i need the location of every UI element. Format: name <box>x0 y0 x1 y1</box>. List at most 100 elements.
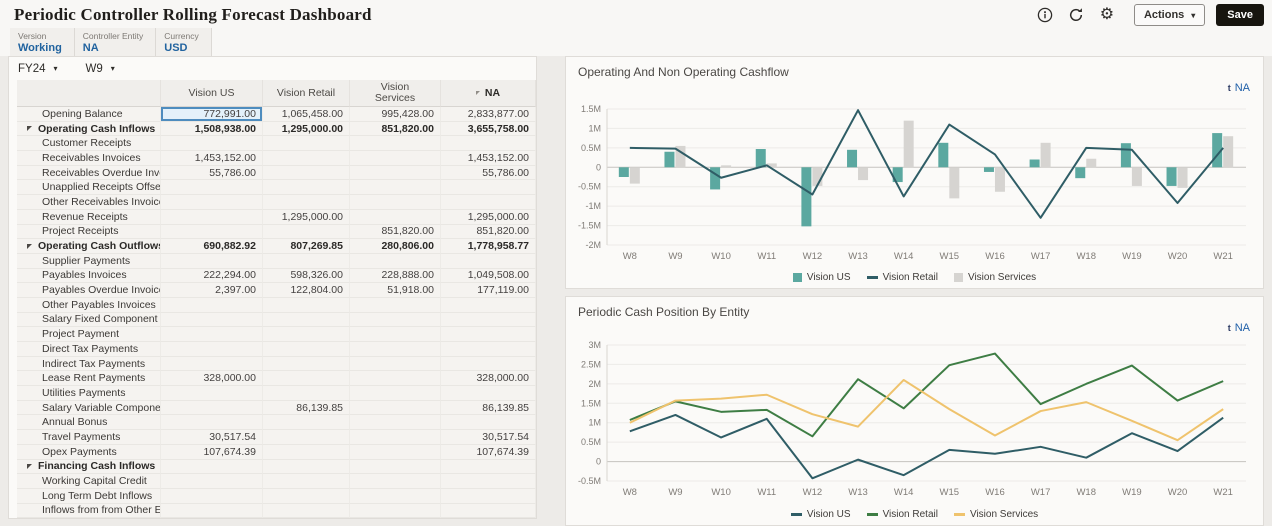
grid-cell[interactable] <box>263 180 350 196</box>
pov-controller-entity[interactable]: Controller Entity NA <box>75 28 157 58</box>
grid-cell[interactable]: 122,804.00 <box>263 283 350 298</box>
legend-item[interactable]: Vision Services <box>953 509 1038 520</box>
grid-cell[interactable] <box>441 297 536 313</box>
grid-cell[interactable] <box>161 415 263 431</box>
grid-cell[interactable]: 851,820.00 <box>441 224 536 240</box>
grid-cell[interactable] <box>161 136 263 152</box>
grid-cell[interactable]: 55,786.00 <box>161 165 263 181</box>
grid-cell[interactable] <box>350 312 441 328</box>
grid-cell[interactable] <box>161 180 263 196</box>
grid-cell[interactable]: 328,000.00 <box>441 371 536 387</box>
chart-pov-link[interactable]: t NA <box>1228 322 1250 334</box>
grid-cell[interactable]: 1,295,000.00 <box>441 209 536 225</box>
grid-cell[interactable]: 177,119.00 <box>441 283 536 298</box>
grid-cell[interactable] <box>441 327 536 342</box>
grid-cell[interactable]: 107,674.39 <box>441 444 536 460</box>
grid-cell[interactable] <box>263 195 350 210</box>
grid-cell[interactable] <box>350 327 441 342</box>
grid-cell[interactable] <box>350 356 441 372</box>
grid-cell[interactable] <box>441 195 536 210</box>
grid-cell[interactable] <box>350 209 441 225</box>
grid-cell[interactable] <box>161 224 263 240</box>
grid-cell[interactable] <box>161 459 263 475</box>
grid-cell[interactable]: 328,000.00 <box>161 371 263 387</box>
grid-cell[interactable] <box>263 503 350 519</box>
grid-cell[interactable]: 86,139.85 <box>441 400 536 416</box>
grid-cell[interactable] <box>161 474 263 489</box>
legend-item[interactable]: Vision Retail <box>866 272 938 283</box>
collapse-icon[interactable] <box>27 126 32 132</box>
grid-cell[interactable] <box>350 151 441 166</box>
grid-cell[interactable] <box>441 459 536 475</box>
grid-cell[interactable]: 1,049,508.00 <box>441 268 536 284</box>
grid-cell[interactable]: 86,139.85 <box>263 400 350 416</box>
grid-cell[interactable] <box>161 209 263 225</box>
grid-cell[interactable]: 1,065,458.00 <box>263 107 350 122</box>
grid-cell[interactable] <box>263 327 350 342</box>
grid-cell[interactable] <box>441 503 536 519</box>
grid-cell[interactable]: 598,326.00 <box>263 268 350 284</box>
grid-cell[interactable] <box>350 444 441 460</box>
row-label[interactable]: Operating Cash Inflows <box>17 121 161 137</box>
refresh-icon[interactable] <box>1066 5 1086 25</box>
grid-cell[interactable] <box>161 356 263 372</box>
grid-cell[interactable]: 1,453,152.00 <box>161 151 263 166</box>
grid-cell[interactable]: 1,778,958.77 <box>441 239 536 254</box>
grid-cell[interactable] <box>161 253 263 269</box>
grid-cell[interactable] <box>350 430 441 445</box>
grid-cell[interactable] <box>350 415 441 431</box>
grid-cell[interactable] <box>161 400 263 416</box>
grid-cell[interactable] <box>161 327 263 342</box>
grid-cell[interactable]: 995,428.00 <box>350 107 441 122</box>
chart-pov-link[interactable]: t NA <box>1228 82 1250 94</box>
grid-cell[interactable] <box>441 180 536 196</box>
grid-column-header[interactable]: Vision US <box>161 80 263 107</box>
grid-cell[interactable]: 690,882.92 <box>161 239 263 254</box>
grid-cell[interactable] <box>263 371 350 387</box>
grid-cell[interactable] <box>263 415 350 431</box>
grid-cell[interactable] <box>350 165 441 181</box>
grid-column-header[interactable]: NA <box>441 80 536 107</box>
grid-cell[interactable] <box>263 342 350 357</box>
grid-cell[interactable] <box>263 253 350 269</box>
grid-cell[interactable] <box>263 224 350 240</box>
grid-column-header[interactable]: Vision Services <box>350 80 441 107</box>
grid-cell[interactable]: 228,888.00 <box>350 268 441 284</box>
pov-entity-value[interactable]: NA <box>83 42 143 54</box>
grid-cell[interactable] <box>350 371 441 387</box>
week-selector[interactable]: W9 ▾ <box>86 63 115 75</box>
row-label[interactable]: Financing Cash Inflows <box>17 459 161 475</box>
grid-cell[interactable]: 1,295,000.00 <box>263 209 350 225</box>
grid-cell[interactable] <box>350 386 441 401</box>
grid-cell[interactable] <box>263 444 350 460</box>
grid-cell[interactable] <box>263 386 350 401</box>
grid-cell[interactable]: 55,786.00 <box>441 165 536 181</box>
grid-cell[interactable]: 3,655,758.00 <box>441 121 536 137</box>
grid-cell[interactable] <box>441 342 536 357</box>
grid-cell[interactable] <box>441 356 536 372</box>
grid-cell[interactable] <box>263 356 350 372</box>
grid-cell[interactable] <box>350 503 441 519</box>
grid-column-header[interactable]: Vision Retail <box>263 80 350 107</box>
collapse-icon[interactable] <box>27 243 32 249</box>
grid-cell[interactable]: 280,806.00 <box>350 239 441 254</box>
save-button[interactable]: Save <box>1216 4 1264 26</box>
grid-cell[interactable] <box>350 459 441 475</box>
grid-cell[interactable] <box>350 253 441 269</box>
grid-cell[interactable] <box>161 195 263 210</box>
grid-cell[interactable] <box>350 474 441 489</box>
grid-cell[interactable]: 222,294.00 <box>161 268 263 284</box>
pov-currency[interactable]: Currency USD <box>156 28 212 58</box>
grid-cell[interactable] <box>441 386 536 401</box>
grid-cell[interactable]: 2,833,877.00 <box>441 107 536 122</box>
year-selector[interactable]: FY24 ▾ <box>18 63 58 75</box>
grid-cell[interactable] <box>441 136 536 152</box>
grid-cell[interactable] <box>350 400 441 416</box>
grid-cell[interactable] <box>263 488 350 504</box>
grid-cell[interactable]: 1,508,938.00 <box>161 121 263 137</box>
grid-cell[interactable] <box>350 195 441 210</box>
grid-cell[interactable] <box>161 503 263 519</box>
collapse-icon[interactable] <box>27 463 32 469</box>
settings-gear-icon[interactable]: ⚙ <box>1097 5 1117 25</box>
grid-cell[interactable]: 30,517.54 <box>161 430 263 445</box>
